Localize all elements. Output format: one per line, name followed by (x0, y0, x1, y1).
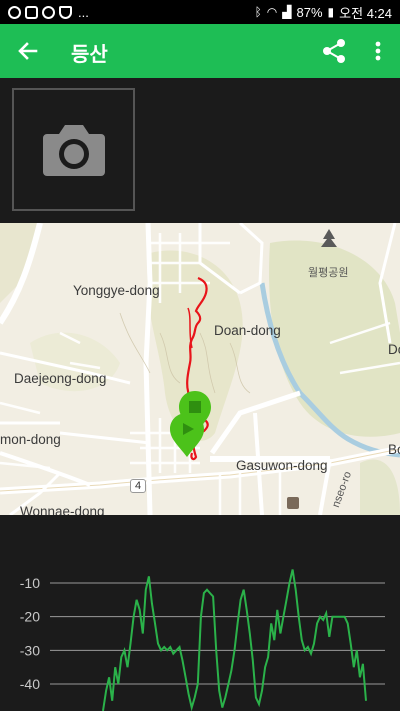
more-notifications: ... (78, 4, 89, 20)
notification-app-icon (8, 5, 21, 19)
battery-icon: ▮ (327, 5, 335, 19)
elevation-chart: -10 -20 -30 -40 (0, 515, 400, 711)
subway-icon (287, 497, 299, 509)
chart-canvas: -10 -20 -30 -40 (20, 569, 385, 711)
camera-icon (43, 125, 105, 176)
vpn-shield-icon (59, 5, 72, 19)
system-status: ᛒ ◠ ▟ 87% ▮ 오전 4:24 (255, 3, 392, 22)
add-photo-button[interactable] (12, 88, 135, 211)
battery-percent: 87% (296, 4, 323, 20)
map-label-gasuwon: Gasuwon-dong (236, 458, 328, 473)
y-tick-label: -30 (20, 642, 40, 658)
map-label-yonggye: Yonggye-dong (73, 283, 160, 298)
image-notification-icon (25, 5, 38, 19)
elevation-series-line (102, 569, 367, 711)
route-4-shield: 4 (130, 479, 147, 493)
share-icon[interactable] (320, 37, 348, 65)
signal-icon: ▟ (282, 5, 292, 19)
sync-icon (42, 5, 55, 19)
map-label-bo: Bo (388, 442, 400, 457)
bluetooth-icon: ᛒ (254, 5, 262, 19)
back-arrow-icon[interactable] (14, 37, 42, 65)
status-bar: ... ᛒ ◠ ▟ 87% ▮ 오전 4:24 (0, 0, 400, 24)
map-label-wolpyeong-park: 월평공원 (308, 267, 349, 279)
y-tick-label: -40 (20, 676, 40, 692)
park-icon (321, 229, 337, 247)
map-label-mon: mon-dong (0, 432, 61, 447)
more-options-icon[interactable] (366, 37, 390, 65)
screen: ... ᛒ ◠ ▟ 87% ▮ 오전 4:24 등산 Yonggye-dong … (0, 0, 400, 711)
map-label-doan: Doan-dong (214, 323, 281, 338)
map-label-daejeong: Daejeong-dong (14, 371, 107, 386)
route-map[interactable]: Yonggye-dong Doan-dong Daejeong-dong mon… (0, 223, 400, 515)
clock: 오전 4:24 (339, 5, 392, 21)
y-tick-label: -10 (20, 575, 40, 591)
map-label-wonnae: Wonnae-dong (20, 504, 105, 515)
app-bar: 등산 (0, 24, 400, 78)
wifi-icon: ◠ (266, 5, 278, 19)
map-label-do: Do (388, 342, 400, 357)
y-tick-label: -20 (20, 609, 40, 625)
notification-icons: ... (8, 5, 89, 20)
page-title: 등산 (71, 44, 108, 66)
